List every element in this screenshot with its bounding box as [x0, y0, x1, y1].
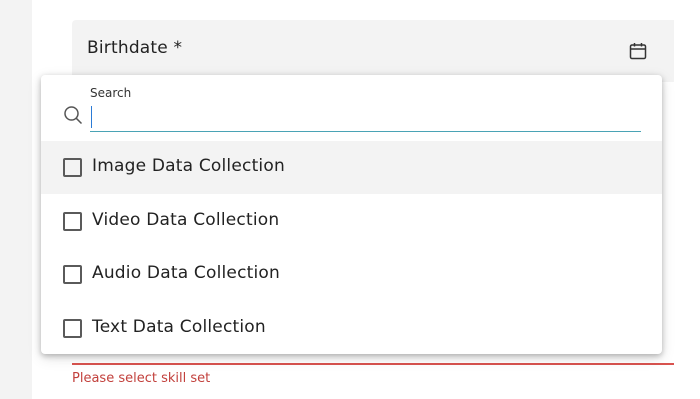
dropdown-search: Search — [41, 75, 662, 141]
search-icon — [63, 105, 83, 125]
checkbox[interactable] — [63, 319, 82, 338]
option-label: Audio Data Collection — [92, 263, 281, 283]
checkbox[interactable] — [63, 212, 82, 231]
form-page: Birthdate * Please select skill set Sear… — [0, 0, 700, 399]
option-image-data-collection[interactable]: Image Data Collection — [41, 141, 662, 194]
option-text-data-collection[interactable]: Text Data Collection — [41, 302, 662, 354]
option-audio-data-collection[interactable]: Audio Data Collection — [41, 248, 662, 301]
calendar-icon[interactable] — [629, 42, 647, 60]
checkbox[interactable] — [63, 265, 82, 284]
search-input[interactable] — [90, 105, 641, 132]
skill-field-underline — [72, 363, 674, 365]
option-label: Video Data Collection — [92, 210, 280, 230]
option-label: Image Data Collection — [92, 156, 285, 176]
skill-error-message: Please select skill set — [72, 371, 211, 386]
left-panel-strip — [0, 0, 32, 399]
birthdate-field[interactable]: Birthdate * — [72, 20, 674, 82]
skill-dropdown-panel: Search Image Data Collection Video Data … — [41, 75, 662, 354]
option-label: Text Data Collection — [92, 317, 266, 337]
birthdate-label: Birthdate * — [87, 38, 183, 58]
checkbox[interactable] — [63, 158, 82, 177]
search-label: Search — [90, 86, 132, 100]
text-caret — [91, 106, 92, 128]
option-video-data-collection[interactable]: Video Data Collection — [41, 195, 662, 248]
